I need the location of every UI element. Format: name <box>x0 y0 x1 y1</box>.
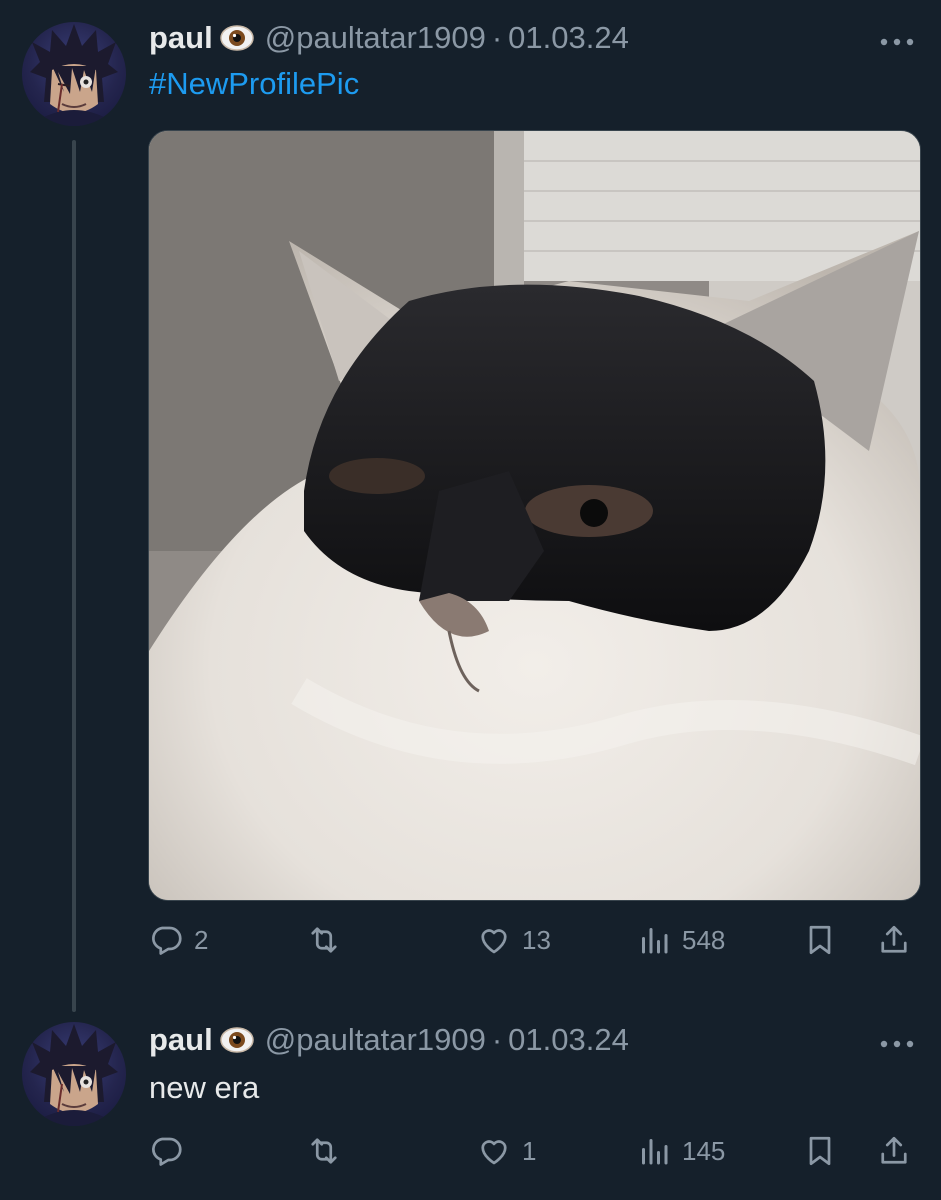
reply-icon <box>152 1137 182 1166</box>
tweet-hashtag[interactable]: #NewProfilePic <box>149 66 359 102</box>
view-count: 548 <box>682 924 726 955</box>
bookmark-button[interactable] <box>802 918 838 962</box>
share-button[interactable] <box>876 1129 912 1173</box>
avatar[interactable] <box>22 22 126 126</box>
like-button[interactable]: 13 <box>476 918 551 962</box>
like-count: 1 <box>522 1135 537 1166</box>
eye-emoji-icon <box>219 1025 255 1055</box>
views-icon <box>642 1139 668 1165</box>
like-icon <box>481 1140 507 1165</box>
tweet-1[interactable]: paul @paultatar1909 · 01.03.24 #NewProfi… <box>0 0 941 1012</box>
author-handle[interactable]: @paultatar1909 <box>265 20 486 56</box>
view-count: 145 <box>682 1135 726 1166</box>
thread-line <box>72 140 76 1012</box>
bookmark-icon <box>809 1136 831 1166</box>
tweet-actions: 1 145 <box>148 1129 918 1173</box>
retweet-button[interactable] <box>306 918 352 962</box>
share-icon <box>881 1136 907 1164</box>
retweet-button[interactable] <box>306 1129 352 1173</box>
like-button[interactable]: 1 <box>476 1129 536 1173</box>
views-button[interactable]: 145 <box>636 1129 725 1173</box>
reply-button[interactable]: 2 <box>148 918 208 962</box>
bookmark-icon <box>809 925 831 955</box>
tweet-header: paul @paultatar1909 · 01.03.24 <box>149 1020 629 1060</box>
reply-count: 2 <box>194 924 209 955</box>
like-count: 13 <box>522 924 551 955</box>
more-icon[interactable] <box>879 1036 915 1048</box>
retweet-icon <box>311 927 337 953</box>
more-icon[interactable] <box>879 34 915 46</box>
bookmark-button[interactable] <box>802 1129 838 1173</box>
share-button[interactable] <box>876 918 912 962</box>
separator: · <box>491 20 503 55</box>
tweet-text: new era <box>149 1070 260 1105</box>
author-name[interactable]: paul <box>149 1022 213 1058</box>
author-handle[interactable]: @paultatar1909 <box>265 1022 486 1058</box>
tweet-header: paul @paultatar1909 · 01.03.24 <box>149 18 629 58</box>
tweet-actions: 2 13 548 <box>148 918 918 962</box>
author-name[interactable]: paul <box>149 20 213 56</box>
reply-icon <box>152 926 182 955</box>
views-button[interactable]: 548 <box>636 918 725 962</box>
retweet-icon <box>311 1138 337 1164</box>
tweet-date[interactable]: 01.03.24 <box>508 20 629 56</box>
eye-emoji-icon <box>219 23 255 53</box>
separator: · <box>491 1022 503 1057</box>
views-icon <box>642 928 668 954</box>
tweet-date[interactable]: 01.03.24 <box>508 1022 629 1058</box>
tweet-2[interactable]: paul @paultatar1909 · 01.03.24 new era 1… <box>0 1010 941 1200</box>
avatar[interactable] <box>22 1022 126 1126</box>
like-icon <box>481 929 507 954</box>
share-icon <box>881 925 907 953</box>
reply-button[interactable] <box>148 1129 194 1173</box>
tweet-media-image[interactable] <box>148 130 921 901</box>
